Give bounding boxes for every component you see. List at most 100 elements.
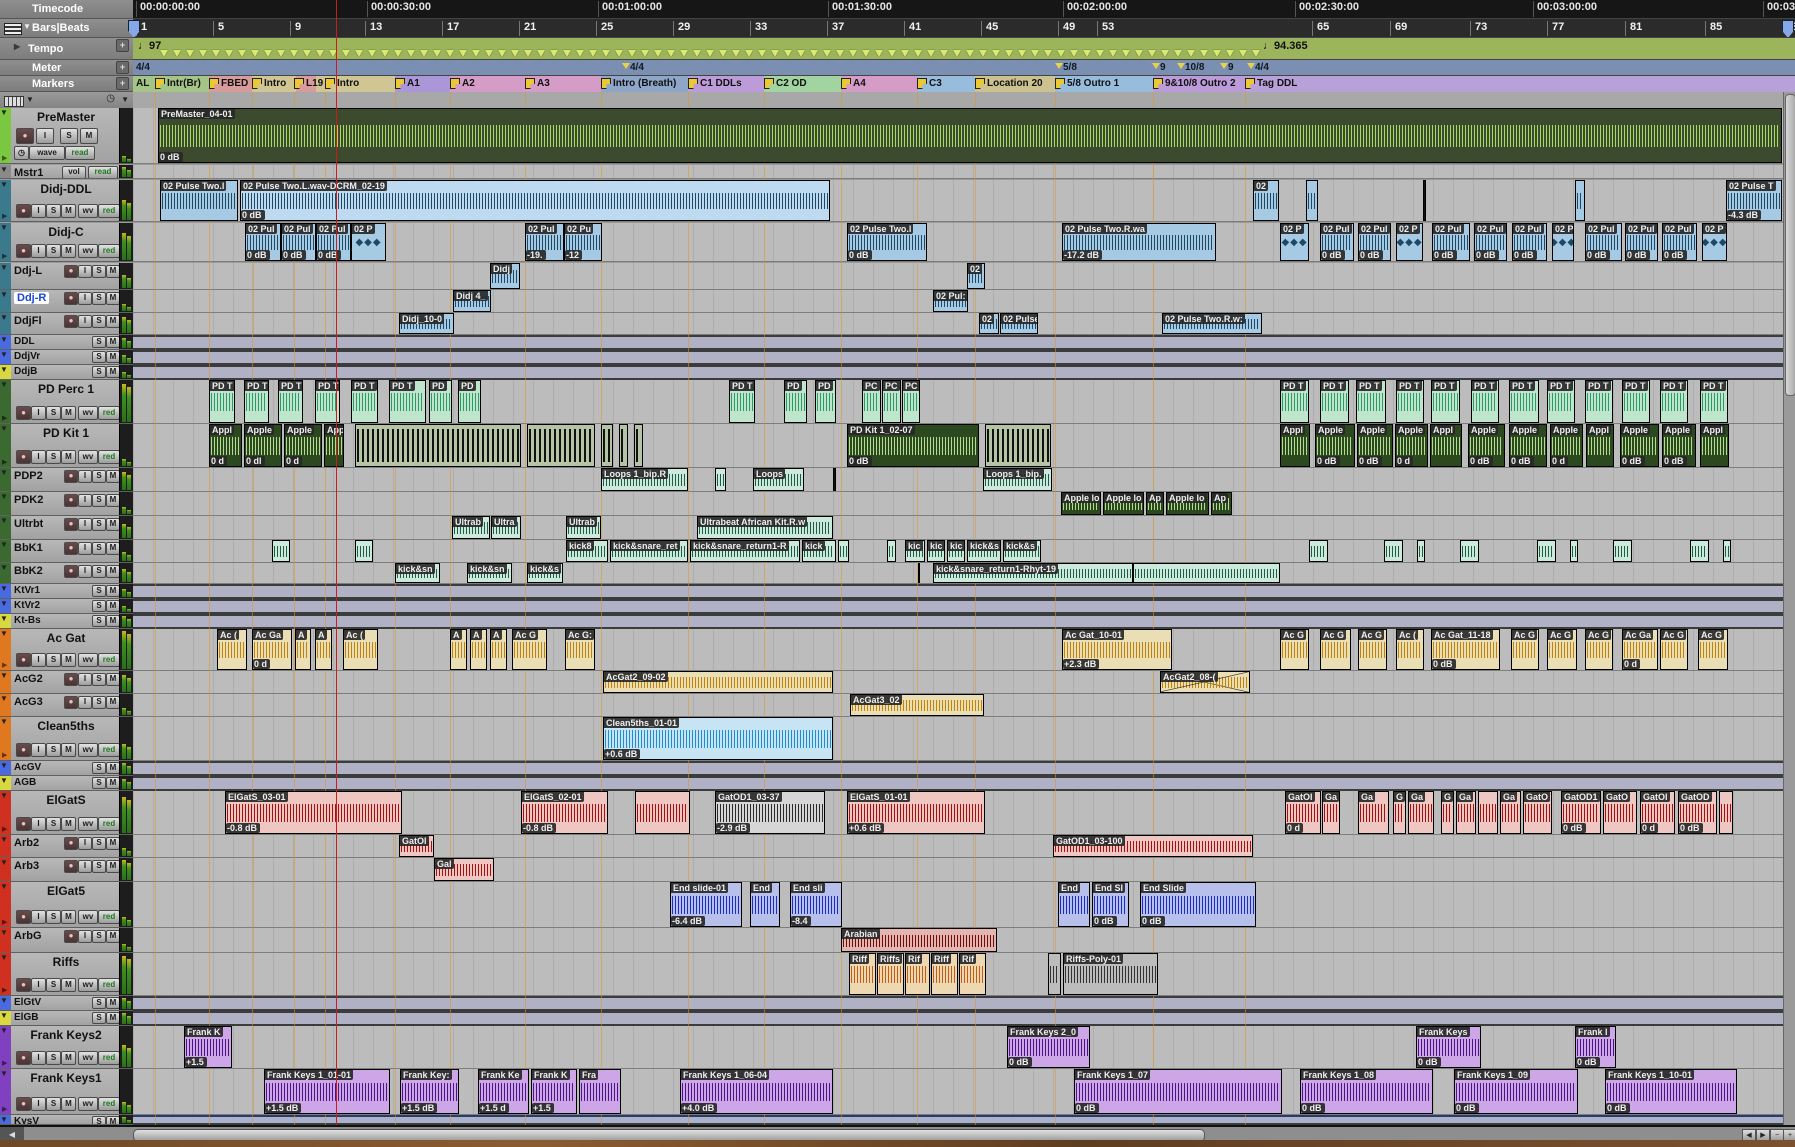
solo-button[interactable]: S [92, 860, 106, 873]
audio-clip[interactable]: PD T [209, 380, 235, 423]
audio-clip[interactable]: 02 [979, 313, 999, 334]
track-list-toolbar[interactable]: ▼◷▼ [0, 92, 133, 109]
track-name[interactable]: KtVr1 [14, 585, 40, 596]
audio-clip[interactable] [833, 468, 836, 491]
mute-button[interactable]: M [106, 762, 120, 774]
audio-clip[interactable]: Ga [1408, 791, 1434, 834]
audio-clip[interactable]: AcGat3_02 [850, 694, 984, 716]
lane-pdk2[interactable]: Apple loApple loApApple loAp [133, 492, 1783, 516]
audio-clip[interactable]: Apple lo [1166, 492, 1209, 515]
mute-button[interactable]: M [106, 673, 120, 686]
audio-clip[interactable]: Frank Keys 1_01-01+1.5 dB [264, 1069, 390, 1114]
track-name[interactable]: DdjVr [14, 351, 40, 362]
track-color-strip[interactable]: ▼ [0, 540, 11, 562]
audio-clip[interactable]: PreMaster_04-010 dB [158, 108, 1782, 163]
audio-clip[interactable]: Apple0 d [1395, 424, 1428, 467]
marker[interactable]: 5/8 Outro 1 [1055, 78, 1119, 89]
lane-acg2[interactable]: AcGat2_09-02AcGat2_08-( [133, 671, 1783, 694]
chevron-down-icon[interactable]: ▼ [0, 108, 8, 117]
audio-clip[interactable]: 02 Pulse [1000, 313, 1038, 334]
mute-button[interactable]: M [106, 542, 120, 555]
chevron-down-icon[interactable]: ▼ [26, 95, 34, 104]
mute-button[interactable]: M [106, 837, 120, 850]
audio-clip[interactable]: PD Kit 1_02-070 dB [847, 424, 979, 467]
mute-button[interactable]: M [106, 930, 120, 943]
track-name[interactable]: Didj-C [13, 225, 119, 239]
ruler-label-timecode[interactable]: Timecode [0, 0, 133, 19]
audio-clip[interactable]: Frank l0 dB [1575, 1026, 1616, 1068]
audio-clip[interactable]: kic [947, 540, 965, 562]
marker[interactable]: C3 [917, 78, 942, 89]
audio-clip[interactable]: PD [429, 380, 452, 423]
audio-clip[interactable]: PD T [389, 380, 426, 423]
lane-arbg[interactable]: Arabian [133, 928, 1783, 953]
record-button[interactable]: ● [16, 653, 31, 667]
audio-clip[interactable]: 02 Pul-19. [525, 223, 564, 261]
track-color-strip[interactable]: ▼▶ [0, 882, 11, 927]
audio-clip[interactable]: Ga [1456, 791, 1476, 834]
ruler-menu-icon[interactable] [4, 23, 22, 35]
audio-clip[interactable]: kick&snare_ret [610, 540, 688, 562]
marker[interactable]: A1 [395, 78, 420, 89]
audio-clip[interactable]: kick [802, 540, 836, 562]
volume-view-button[interactable]: vol [62, 166, 86, 179]
audio-clip[interactable] [887, 540, 896, 562]
chevron-down-icon[interactable]: ▼ [0, 614, 8, 623]
lane-ktvr2[interactable] [133, 599, 1783, 614]
chevron-down-icon[interactable]: ▼ [0, 882, 8, 891]
chevron-down-icon[interactable]: ▼ [0, 761, 8, 770]
mute-button[interactable]: M [106, 600, 120, 612]
solo-button[interactable]: S [92, 470, 106, 483]
audio-clip[interactable] [1133, 563, 1280, 583]
chevron-down-icon[interactable]: ▼ [0, 694, 8, 703]
mute-button[interactable]: M [61, 1097, 76, 1111]
audio-clip[interactable]: Ultrab [566, 516, 601, 539]
audio-clip[interactable] [838, 540, 849, 562]
audio-clip[interactable]: Ac G [1511, 629, 1539, 670]
track-color-strip[interactable]: ▼▶ [0, 424, 11, 467]
track-name[interactable]: ElGtV [14, 997, 41, 1008]
track-name[interactable]: KtVr2 [14, 600, 40, 611]
track-color-strip[interactable]: ▼ [0, 776, 11, 790]
record-button[interactable]: ● [16, 244, 31, 258]
audio-clip[interactable]: Frank K+1.5 [531, 1069, 577, 1114]
lane-agb[interactable] [133, 776, 1783, 791]
marker[interactable]: A2 [450, 78, 475, 89]
audio-clip[interactable]: PD T [244, 380, 269, 423]
chevron-down-icon[interactable]: ▼ [0, 671, 8, 680]
audio-clip[interactable]: kick&sn [467, 563, 512, 583]
track-color-strip[interactable]: ▼ [0, 1115, 11, 1124]
audio-clip[interactable]: GatOD1_03-37-2.9 dB [715, 791, 825, 834]
audio-clip[interactable]: kick8 [566, 540, 608, 562]
input-button[interactable]: I [78, 837, 92, 850]
solo-button[interactable]: S [46, 743, 61, 757]
input-button[interactable]: I [31, 1097, 46, 1111]
mute-button[interactable]: M [106, 1012, 120, 1024]
solo-button[interactable]: S [92, 585, 106, 597]
audio-clip[interactable]: ◆◆◆02 P [1702, 223, 1727, 261]
audio-clip[interactable] [1723, 540, 1731, 562]
audio-clip[interactable]: GatOD10 dB [1561, 791, 1601, 834]
record-button[interactable]: ● [64, 518, 78, 531]
track-name[interactable]: Kt-Bs [14, 615, 41, 626]
track-color-strip[interactable]: ▼ [0, 563, 11, 583]
chevron-down-icon[interactable]: ▼ [0, 290, 8, 299]
audio-clip[interactable]: Frank Keys 1_080 dB [1300, 1069, 1433, 1114]
audio-clip[interactable]: 02 Pul0 dB [1358, 223, 1391, 261]
wave-view-button[interactable]: wave [29, 146, 65, 160]
track-name[interactable]: PDP2 [14, 470, 43, 482]
solo-button[interactable]: S [46, 910, 61, 924]
input-button[interactable]: I [78, 565, 92, 578]
chevron-down-icon[interactable]: ▼ [0, 350, 8, 359]
lane-ultrbt[interactable]: UltrabUltraUltrabUltrabeat African Kit.R… [133, 516, 1783, 540]
solo-button[interactable]: S [92, 600, 106, 612]
meter-value[interactable]: 10/8 [1185, 62, 1204, 73]
chevron-down-icon[interactable]: ▼ [0, 424, 8, 433]
audio-clip[interactable]: Apple0 dB [1509, 424, 1547, 467]
ruler-strip-bars[interactable]: 15913172125293337414549536569737781858 [133, 19, 1795, 38]
audio-clip[interactable]: Ac ( [217, 629, 247, 670]
audio-clip[interactable]: kick&sn [395, 563, 440, 583]
clock-icon[interactable]: ◷ [106, 93, 115, 104]
lane-riffs[interactable]: RiffRiffsRifRiffRifRiffs-Poly-01 [133, 953, 1783, 996]
record-button[interactable]: ● [16, 743, 31, 757]
